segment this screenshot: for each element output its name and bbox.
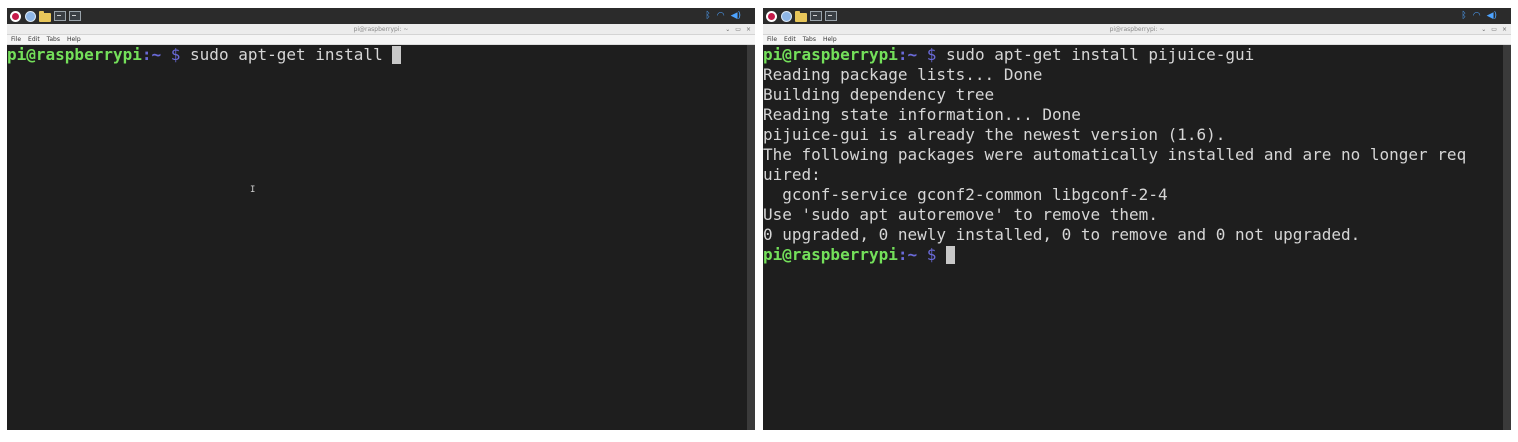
terminal-window-icon[interactable] bbox=[825, 10, 837, 22]
prompt-path: :~ bbox=[141, 45, 162, 64]
command-line: pi@raspberrypi:~ $ sudo apt-get install bbox=[7, 45, 755, 65]
output-line: The following packages were automaticall… bbox=[763, 145, 1467, 164]
prompt-dollar: $ bbox=[926, 45, 937, 64]
window-titlebar[interactable]: pi@raspberrypi: ~ ⌄ ▭ × bbox=[763, 24, 1511, 35]
volume-icon[interactable]: ◀) bbox=[1487, 10, 1497, 22]
scrollbar[interactable] bbox=[747, 45, 755, 430]
output-line: Building dependency tree bbox=[763, 85, 995, 104]
ibeam-cursor-icon: I bbox=[250, 185, 256, 195]
minimize-button[interactable]: ⌄ bbox=[1481, 24, 1486, 35]
output-line: uired: bbox=[763, 165, 821, 184]
window-title: pi@raspberrypi: ~ bbox=[353, 26, 409, 33]
maximize-button[interactable]: ▭ bbox=[1491, 24, 1497, 35]
taskbar: ᛒ ◠ ◀) bbox=[7, 8, 755, 24]
window-title: pi@raspberrypi: ~ bbox=[1109, 26, 1165, 33]
web-browser-icon[interactable] bbox=[780, 10, 792, 22]
wifi-icon[interactable]: ◠ bbox=[717, 10, 725, 22]
screen-right: ᛒ ◠ ◀) pi@raspberrypi: ~ ⌄ ▭ × File Edit… bbox=[763, 8, 1511, 430]
prompt-user-host: pi@raspberrypi bbox=[763, 245, 898, 264]
output-line: gconf-service gconf2-common libgconf-2-4 bbox=[763, 185, 1168, 204]
taskbar: ᛒ ◠ ◀) bbox=[763, 8, 1511, 24]
terminal-icon[interactable] bbox=[54, 10, 66, 22]
screen-left: ᛒ ◠ ◀) pi@raspberrypi: ~ ⌄ ▭ × File Edit… bbox=[7, 8, 755, 430]
output-line: Reading state information... Done bbox=[763, 105, 1081, 124]
command-line: pi@raspberrypi:~ $ sudo apt-get install … bbox=[763, 45, 1511, 65]
terminal-area[interactable]: pi@raspberrypi:~ $ sudo apt-get install … bbox=[763, 45, 1511, 430]
output-line: pijuice-gui is already the newest versio… bbox=[763, 125, 1226, 144]
file-manager-icon[interactable] bbox=[39, 10, 51, 22]
command-text: sudo apt-get install bbox=[180, 45, 393, 64]
window-titlebar[interactable]: pi@raspberrypi: ~ ⌄ ▭ × bbox=[7, 24, 755, 35]
prompt-path: :~ bbox=[897, 245, 918, 264]
output-line: Use 'sudo apt autoremove' to remove them… bbox=[763, 205, 1158, 224]
menu-tabs[interactable]: Tabs bbox=[47, 35, 60, 44]
web-browser-icon[interactable] bbox=[24, 10, 36, 22]
close-button[interactable]: × bbox=[746, 24, 751, 35]
text-cursor bbox=[392, 46, 402, 64]
terminal-icon[interactable] bbox=[810, 10, 822, 22]
volume-icon[interactable]: ◀) bbox=[731, 10, 741, 22]
maximize-button[interactable]: ▭ bbox=[735, 24, 741, 35]
menu-help[interactable]: Help bbox=[67, 35, 81, 44]
file-manager-icon[interactable] bbox=[795, 10, 807, 22]
raspberry-menu-icon[interactable] bbox=[9, 10, 21, 22]
text-cursor bbox=[946, 246, 956, 264]
prompt-path: :~ bbox=[897, 45, 918, 64]
scrollbar[interactable] bbox=[1503, 45, 1511, 430]
terminal-window-icon[interactable] bbox=[69, 10, 81, 22]
terminal-area[interactable]: pi@raspberrypi:~ $ sudo apt-get install … bbox=[7, 45, 755, 430]
prompt-user-host: pi@raspberrypi bbox=[7, 45, 142, 64]
minimize-button[interactable]: ⌄ bbox=[725, 24, 730, 35]
raspberry-menu-icon[interactable] bbox=[765, 10, 777, 22]
prompt-user-host: pi@raspberrypi bbox=[763, 45, 898, 64]
bluetooth-icon[interactable]: ᛒ bbox=[1461, 10, 1466, 22]
output-line: 0 upgraded, 0 newly installed, 0 to remo… bbox=[763, 225, 1361, 244]
menu-edit[interactable]: Edit bbox=[784, 35, 796, 44]
menu-edit[interactable]: Edit bbox=[28, 35, 40, 44]
command-text: sudo apt-get install pijuice-gui bbox=[936, 45, 1255, 64]
wifi-icon[interactable]: ◠ bbox=[1473, 10, 1481, 22]
final-prompt-line: pi@raspberrypi:~ $ bbox=[763, 245, 1511, 265]
prompt-dollar: $ bbox=[170, 45, 181, 64]
menubar: File Edit Tabs Help bbox=[7, 35, 755, 45]
output-line: Reading package lists... Done bbox=[763, 65, 1043, 84]
menubar: File Edit Tabs Help bbox=[763, 35, 1511, 45]
close-button[interactable]: × bbox=[1502, 24, 1507, 35]
bluetooth-icon[interactable]: ᛒ bbox=[705, 10, 710, 22]
menu-tabs[interactable]: Tabs bbox=[803, 35, 816, 44]
prompt-dollar: $ bbox=[926, 245, 937, 264]
menu-help[interactable]: Help bbox=[823, 35, 837, 44]
menu-file[interactable]: File bbox=[11, 35, 21, 44]
menu-file[interactable]: File bbox=[767, 35, 777, 44]
